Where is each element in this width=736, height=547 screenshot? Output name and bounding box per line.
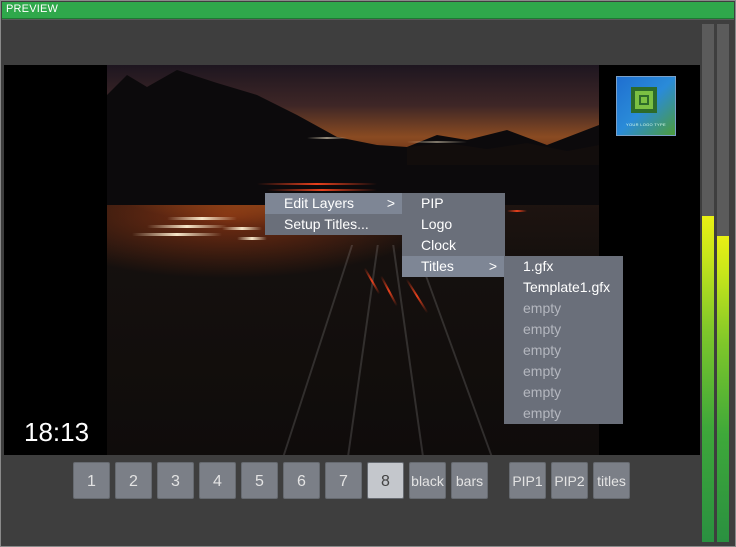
- menu-item-label: empty: [523, 405, 562, 421]
- menu-item-empty-slot: empty: [504, 340, 623, 361]
- audio-meter-level: [702, 215, 714, 542]
- taillight-trail: [405, 278, 429, 314]
- menu-item-empty-slot: empty: [504, 382, 623, 403]
- headlight-trail: [167, 217, 237, 220]
- lane-line: [347, 245, 379, 455]
- logo-text: YOUR LOGO TYPE: [626, 122, 666, 127]
- menu-item-label: empty: [523, 363, 562, 379]
- source-button-3[interactable]: 3: [157, 462, 194, 499]
- menu-item-empty-slot: empty: [504, 319, 623, 340]
- menu-item-label: Logo: [421, 216, 453, 232]
- clock-overlay: 18:13: [24, 417, 90, 447]
- taillight-trail: [267, 189, 377, 191]
- source-button-1[interactable]: 1: [73, 462, 110, 499]
- menu-item-empty-slot: empty: [504, 403, 623, 424]
- menu-item-empty-slot: empty: [504, 361, 623, 382]
- city-lights: [307, 137, 347, 139]
- taillight-trail: [507, 210, 527, 212]
- context-menu: Edit Layers > Setup Titles...: [265, 193, 403, 235]
- titles-submenu: 1.gfx Template1.gfx empty empty empty em…: [504, 256, 623, 424]
- source-button-8[interactable]: 8: [367, 462, 404, 499]
- lane-line: [282, 245, 354, 455]
- menu-item-title-file[interactable]: 1.gfx: [504, 256, 623, 277]
- menu-item-setup-titles[interactable]: Setup Titles...: [265, 214, 403, 235]
- headlight-trail: [132, 233, 222, 236]
- menu-item-empty-slot: empty: [504, 298, 623, 319]
- menu-item-label: Setup Titles...: [284, 216, 369, 232]
- submenu-arrow-icon: >: [488, 258, 497, 274]
- source-button-4[interactable]: 4: [199, 462, 236, 499]
- titles-button[interactable]: titles: [593, 462, 630, 499]
- city-lights: [407, 141, 467, 143]
- logo-mark: [631, 87, 657, 113]
- menu-item-label: PIP: [421, 195, 444, 211]
- menu-item-pip[interactable]: PIP: [402, 193, 505, 214]
- source-button-5[interactable]: 5: [241, 462, 278, 499]
- menu-item-label: empty: [523, 342, 562, 358]
- audio-meter-level: [717, 236, 729, 542]
- menu-item-label: empty: [523, 321, 562, 337]
- menu-item-logo[interactable]: Logo: [402, 214, 505, 235]
- pip1-button[interactable]: PIP1: [509, 462, 546, 499]
- window-title: PREVIEW: [6, 3, 59, 15]
- menu-item-label: Titles: [421, 258, 454, 274]
- menu-item-titles[interactable]: Titles >: [402, 256, 505, 277]
- menu-item-label: Edit Layers: [284, 195, 355, 211]
- menu-item-label: empty: [523, 384, 562, 400]
- taillight-trail: [257, 183, 377, 185]
- headlight-trail: [222, 227, 262, 230]
- logo-overlay: YOUR LOGO TYPE: [616, 76, 676, 136]
- headlight-trail: [147, 225, 227, 228]
- audio-meter-right: [717, 24, 729, 542]
- menu-item-title-file[interactable]: Template1.gfx: [504, 277, 623, 298]
- black-button[interactable]: black: [409, 462, 446, 499]
- submenu-arrow-icon: >: [386, 195, 395, 211]
- menu-item-clock[interactable]: Clock: [402, 235, 505, 256]
- taillight-trail: [380, 275, 398, 307]
- pip2-button[interactable]: PIP2: [551, 462, 588, 499]
- source-button-2[interactable]: 2: [115, 462, 152, 499]
- window-title-bar: PREVIEW: [2, 2, 734, 19]
- bars-button[interactable]: bars: [451, 462, 488, 499]
- audio-meter-left: [702, 24, 714, 542]
- menu-item-label: Template1.gfx: [523, 279, 611, 295]
- headlight-trail: [237, 237, 267, 240]
- menu-item-edit-layers[interactable]: Edit Layers >: [265, 193, 403, 214]
- source-button-6[interactable]: 6: [283, 462, 320, 499]
- menu-item-label: Clock: [421, 237, 457, 253]
- menu-item-label: empty: [523, 300, 562, 316]
- menu-item-label: 1.gfx: [523, 258, 554, 274]
- source-button-7[interactable]: 7: [325, 462, 362, 499]
- layers-submenu: PIP Logo Clock Titles >: [402, 193, 505, 277]
